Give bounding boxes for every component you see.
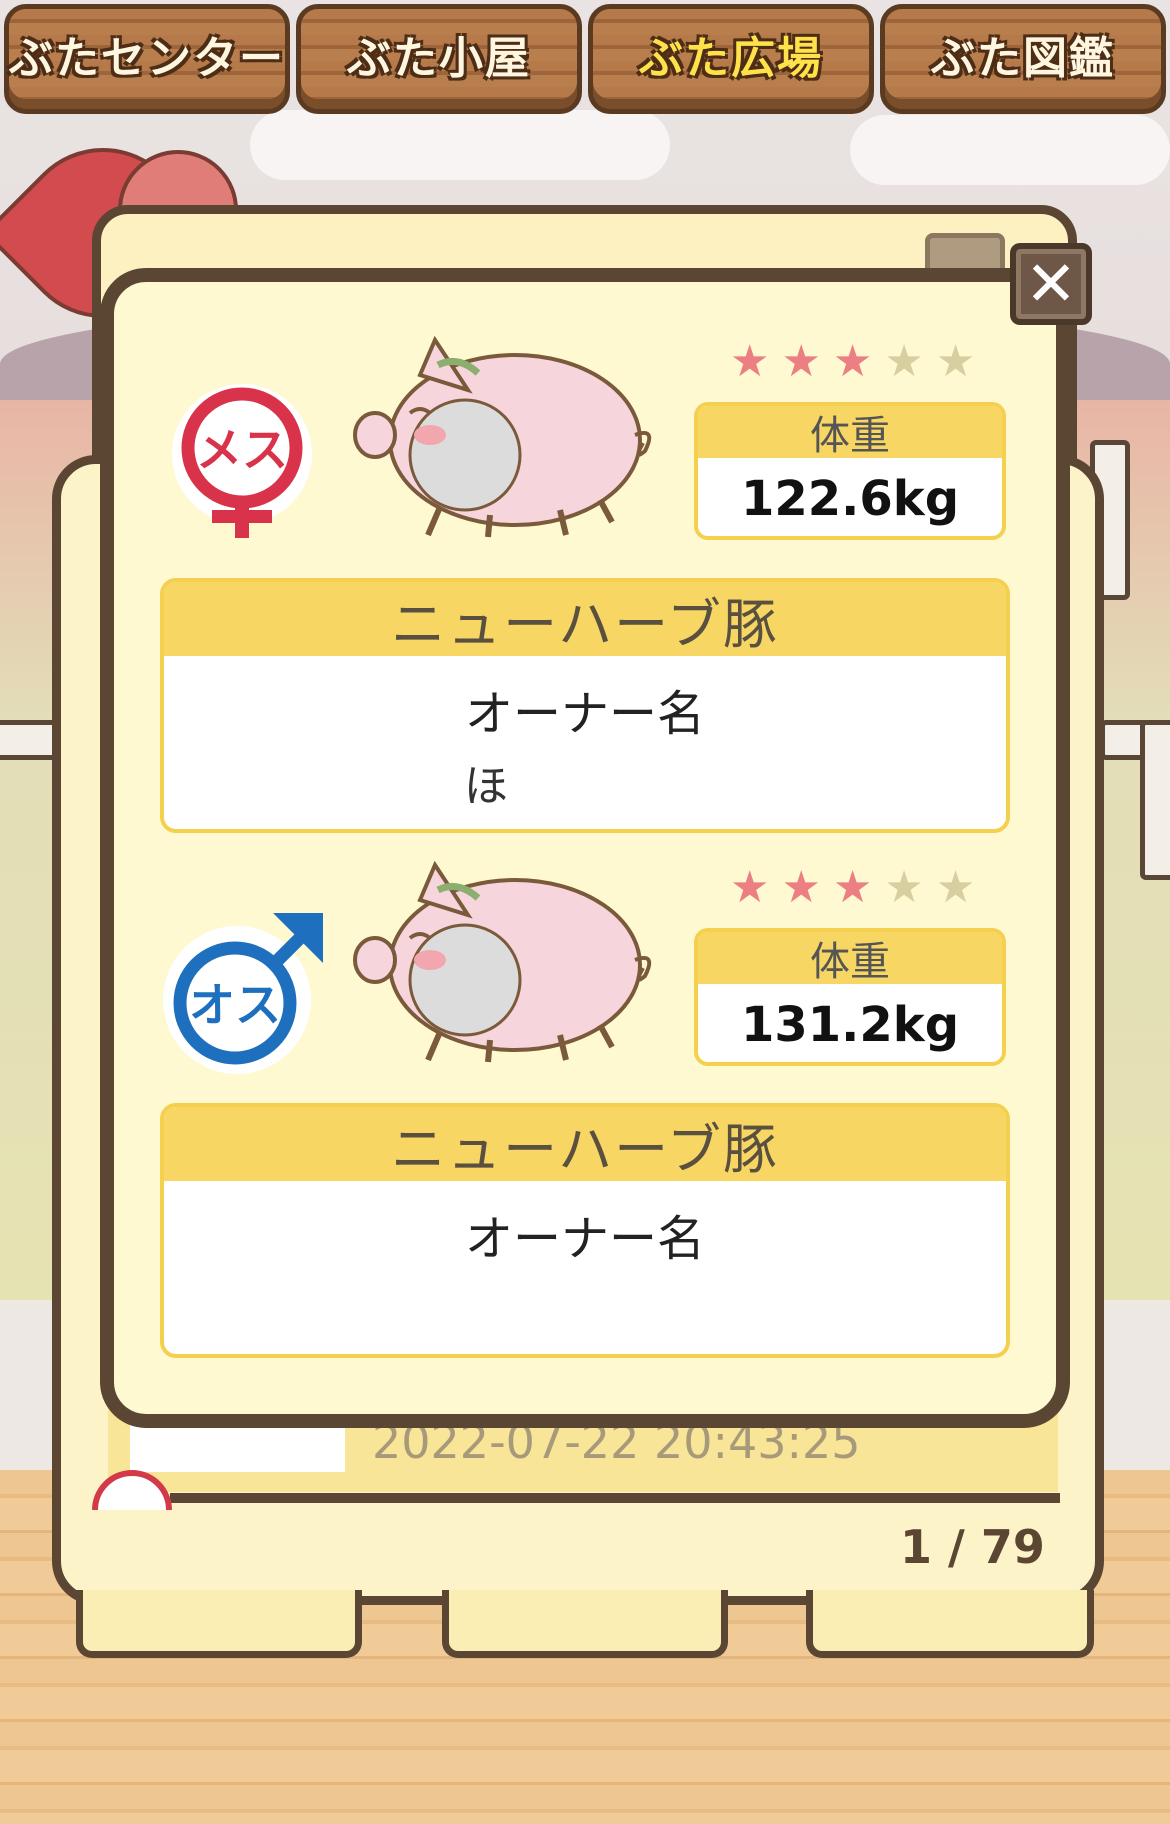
female-rarity-stars: ★ ★ ★ ★ ★: [730, 340, 975, 384]
male-symbol-icon: オス: [163, 913, 323, 1074]
fence-rail: [0, 720, 60, 760]
female-info-box: ニューハーブ豚 オーナー名 ほ: [160, 578, 1010, 833]
male-label: オス: [189, 978, 281, 1032]
pig-image: [353, 860, 652, 1063]
male-rarity-stars: ★ ★ ★ ★ ★: [730, 866, 975, 910]
female-owner-name: ほ: [464, 761, 508, 812]
star-icon: ★: [884, 336, 924, 387]
bottom-button-left: [76, 1590, 362, 1658]
divider: [170, 1493, 1060, 1503]
weight-header: 体重: [698, 406, 1002, 459]
owner-label: オーナー名: [464, 686, 705, 742]
bottom-button-right: [806, 1590, 1094, 1658]
male-breed-name: ニューハーブ豚: [164, 1107, 1006, 1181]
owner-label: オーナー名: [464, 1211, 705, 1267]
fence-post: [1140, 720, 1170, 880]
star-icon: ★: [832, 336, 873, 387]
female-breed-name: ニューハーブ豚: [164, 582, 1006, 656]
star-icon: ★: [884, 862, 924, 913]
male-info-box: ニューハーブ豚 オーナー名: [160, 1103, 1010, 1358]
cloud: [250, 110, 670, 180]
tab-buta-zukan[interactable]: ぶた図鑑: [880, 4, 1166, 114]
top-tab-bar: ぶたセンター ぶた小屋 ぶた広場 ぶた図鑑: [0, 0, 1170, 118]
female-weight-box: 体重 122.6kg: [694, 402, 1006, 540]
star-icon: ★: [730, 862, 770, 913]
star-icon: ★: [781, 336, 821, 387]
tab-buta-koya[interactable]: ぶた小屋: [296, 4, 582, 114]
star-icon: ★: [730, 336, 770, 387]
close-button[interactable]: ✕: [1010, 243, 1092, 325]
female-label: メス: [196, 423, 288, 477]
star-icon: ★: [935, 862, 976, 913]
tab-buta-hiroba[interactable]: ぶた広場: [588, 4, 874, 114]
female-symbol-icon: メス: [172, 384, 312, 538]
male-weight-box: 体重 131.2kg: [694, 928, 1006, 1066]
pig-image: [353, 335, 652, 538]
weight-header: 体重: [698, 932, 1002, 985]
cloud: [850, 115, 1170, 185]
female-icon: [92, 1470, 172, 1510]
close-icon: ✕: [1025, 247, 1077, 320]
male-weight-value: 131.2kg: [740, 997, 960, 1053]
star-icon: ★: [832, 862, 873, 913]
tab-buta-center[interactable]: ぶたセンター: [4, 4, 290, 114]
page-counter: 1 / 79: [900, 1520, 1045, 1574]
star-icon: ★: [935, 336, 976, 387]
bottom-button-center: [442, 1590, 728, 1658]
female-weight-value: 122.6kg: [740, 471, 960, 527]
star-icon: ★: [781, 862, 821, 913]
